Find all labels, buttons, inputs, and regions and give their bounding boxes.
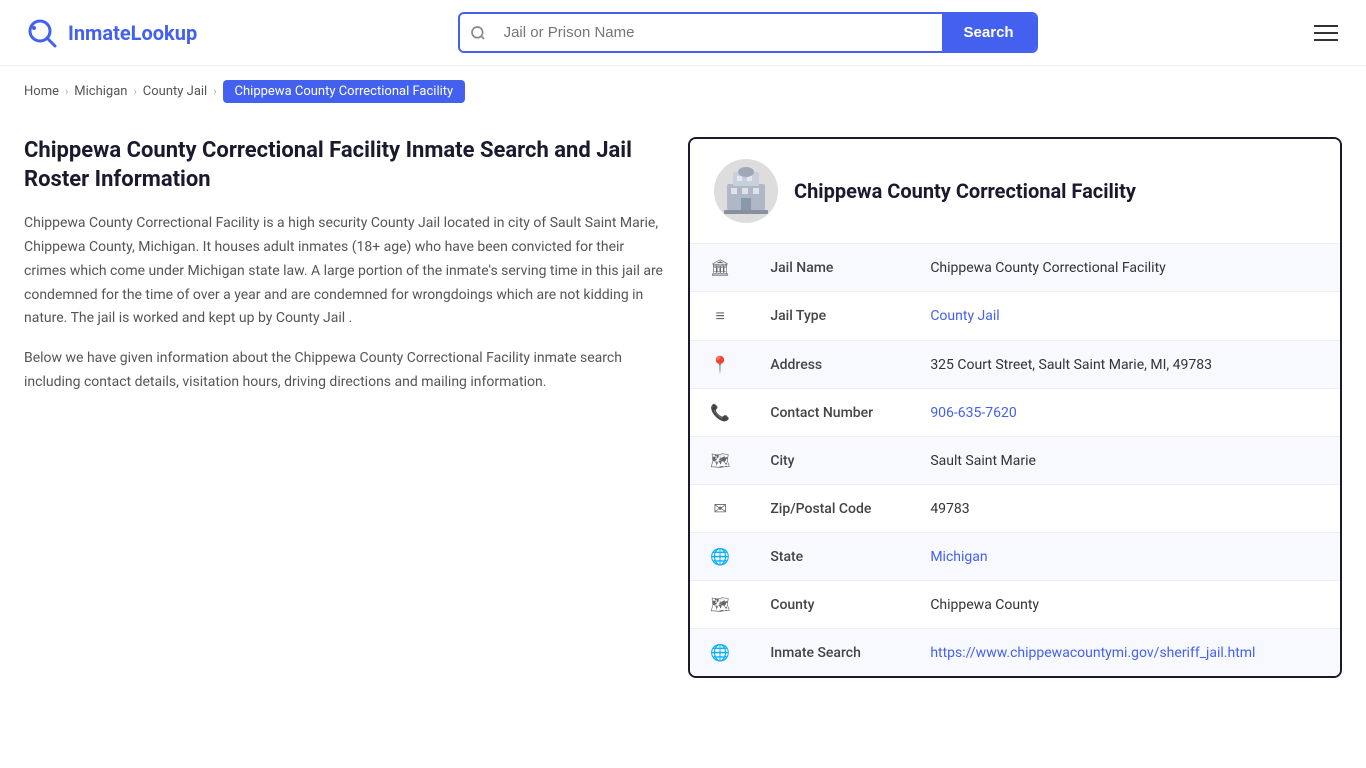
row-icon: ✉ <box>690 485 750 533</box>
info-table: 🏛Jail NameChippewa County Correctional F… <box>690 243 1340 676</box>
right-column: Chippewa County Correctional Facility 🏛J… <box>688 137 1342 678</box>
row-value: Chippewa County Correctional Facility <box>910 244 1340 292</box>
site-header: InmateLookup Search <box>0 0 1366 66</box>
table-row: 🌐Inmate Search https://www.chippewacounty… <box>690 629 1340 677</box>
main-content: Chippewa County Correctional Facility In… <box>0 117 1366 698</box>
row-icon: 🏛 <box>690 244 750 292</box>
row-link[interactable]: County Jail <box>930 308 999 324</box>
row-value: 49783 <box>910 485 1340 533</box>
row-icon: 🗺 <box>690 437 750 485</box>
hamburger-line <box>1314 39 1338 41</box>
search-area: Search <box>213 12 1282 53</box>
search-input[interactable] <box>496 14 942 51</box>
table-row: 🗺CitySault Saint Marie <box>690 437 1340 485</box>
breadcrumb-home[interactable]: Home <box>24 84 59 99</box>
hamburger-menu-button[interactable] <box>1310 21 1342 45</box>
row-label: Address <box>750 341 910 389</box>
row-icon: 🌐 <box>690 533 750 581</box>
row-link[interactable]: Michigan <box>930 549 987 565</box>
search-button[interactable]: Search <box>942 14 1036 51</box>
row-value: Chippewa County <box>910 581 1340 629</box>
hamburger-line <box>1314 25 1338 27</box>
hamburger-line <box>1314 32 1338 34</box>
card-facility-name: Chippewa County Correctional Facility <box>794 179 1136 203</box>
info-card: Chippewa County Correctional Facility 🏛J… <box>688 137 1342 678</box>
row-value[interactable]: https://www.chippewacountymi.gov/sheriff… <box>910 629 1340 677</box>
row-icon: 🌐 <box>690 629 750 677</box>
row-label: Inmate Search <box>750 629 910 677</box>
table-row: ✉Zip/Postal Code49783 <box>690 485 1340 533</box>
row-icon: 📍 <box>690 341 750 389</box>
search-form: Search <box>458 12 1038 53</box>
row-label: State <box>750 533 910 581</box>
row-label: City <box>750 437 910 485</box>
row-value: 325 Court Street, Sault Saint Marie, MI,… <box>910 341 1340 389</box>
table-row: 🗺CountyChippewa County <box>690 581 1340 629</box>
row-value: Sault Saint Marie <box>910 437 1340 485</box>
logo[interactable]: InmateLookup <box>24 15 197 51</box>
row-label: Contact Number <box>750 389 910 437</box>
breadcrumb-sep: › <box>213 85 216 98</box>
row-label: Jail Type <box>750 292 910 341</box>
table-row: 📞Contact Number 906-635-7620 <box>690 389 1340 437</box>
row-value[interactable]: Michigan <box>910 533 1340 581</box>
breadcrumb-michigan[interactable]: Michigan <box>74 84 127 99</box>
row-icon: 🗺 <box>690 581 750 629</box>
card-header: Chippewa County Correctional Facility <box>690 139 1340 243</box>
breadcrumb-current: Chippewa County Correctional Facility <box>223 80 466 103</box>
row-icon: 📞 <box>690 389 750 437</box>
row-label: Jail Name <box>750 244 910 292</box>
breadcrumb-county-jail[interactable]: County Jail <box>143 84 207 99</box>
table-row: 🏛Jail NameChippewa County Correctional F… <box>690 244 1340 292</box>
page-description-1: Chippewa County Correctional Facility is… <box>24 212 664 331</box>
row-value[interactable]: 906-635-7620 <box>910 389 1340 437</box>
table-row: 🌐State Michigan <box>690 533 1340 581</box>
breadcrumb-sep: › <box>65 85 68 98</box>
row-icon: ≡ <box>690 292 750 341</box>
table-row: ≡Jail Type County Jail <box>690 292 1340 341</box>
facility-avatar <box>714 159 778 223</box>
breadcrumb-sep: › <box>133 85 136 98</box>
logo-text: InmateLookup <box>68 21 197 45</box>
breadcrumb: Home › Michigan › County Jail › Chippewa… <box>0 66 1366 117</box>
row-label: Zip/Postal Code <box>750 485 910 533</box>
table-row: 📍Address325 Court Street, Sault Saint Ma… <box>690 341 1340 389</box>
page-title: Chippewa County Correctional Facility In… <box>24 137 664 194</box>
row-link[interactable]: 906-635-7620 <box>930 405 1016 421</box>
row-value[interactable]: County Jail <box>910 292 1340 341</box>
page-description-2: Below we have given information about th… <box>24 347 664 395</box>
left-column: Chippewa County Correctional Facility In… <box>24 137 664 411</box>
search-icon <box>460 14 496 51</box>
row-label: County <box>750 581 910 629</box>
row-link[interactable]: https://www.chippewacountymi.gov/sheriff… <box>930 645 1255 661</box>
